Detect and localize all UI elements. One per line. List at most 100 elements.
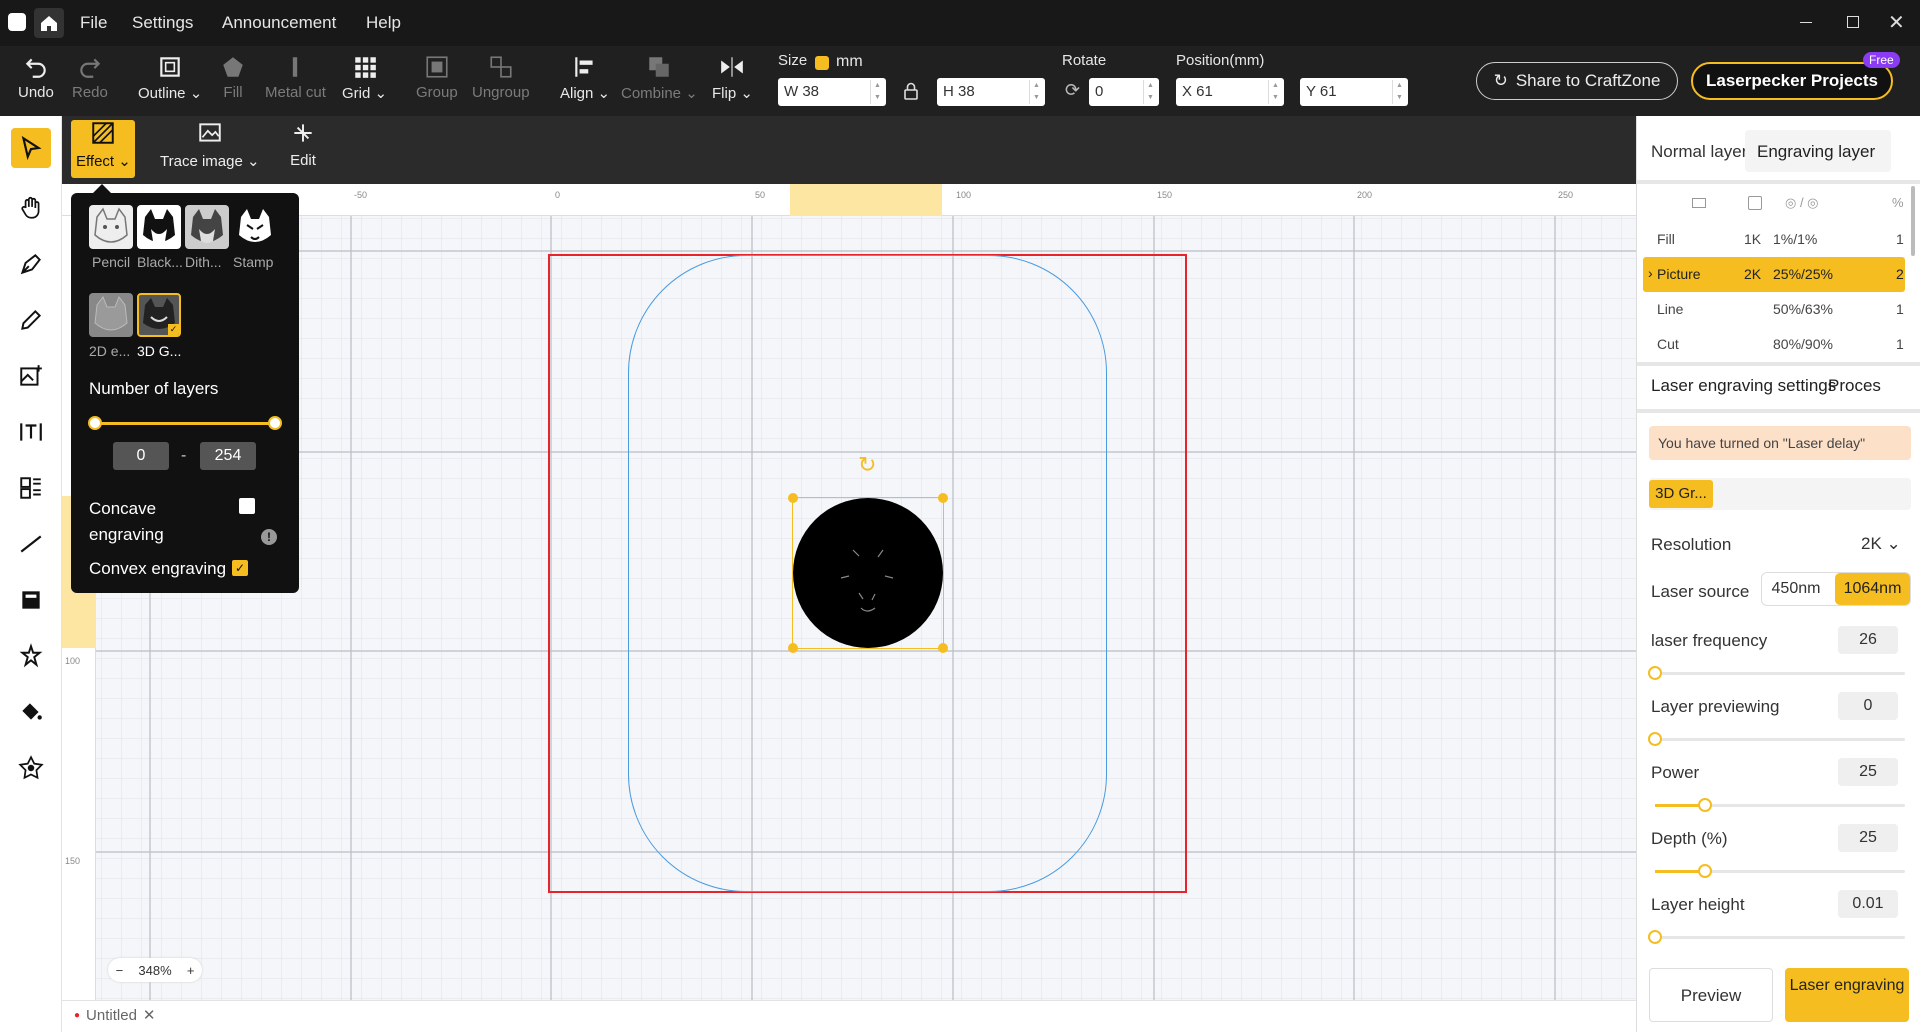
zoom-out-icon[interactable]: − <box>116 963 124 978</box>
resolution-select[interactable]: 2K ⌄ <box>1861 534 1901 554</box>
layer-previewing-input[interactable]: 0 <box>1838 692 1898 720</box>
file-tab[interactable]: ● Untitled ✕ <box>74 1006 156 1025</box>
layer-row-cut[interactable]: Cut 80%/90% 1 <box>1637 327 1920 362</box>
selection-box[interactable] <box>788 493 948 653</box>
resize-handle[interactable] <box>938 493 948 503</box>
redo-button[interactable]: Redo <box>72 54 108 101</box>
layers-range-slider[interactable] <box>88 416 282 430</box>
fill-button[interactable]: Fill <box>220 54 246 101</box>
style-3d-grayscale-thumb[interactable]: ✓ <box>137 293 181 337</box>
pan-tool[interactable] <box>11 188 51 228</box>
undo-button[interactable]: Undo <box>18 54 54 101</box>
range-min-input[interactable]: 0 <box>113 442 169 470</box>
close-icon[interactable]: ✕ <box>1888 10 1905 35</box>
height-input[interactable]: H 38 ▲ ▼ <box>937 78 1045 106</box>
resize-handle[interactable] <box>938 643 948 653</box>
group-button[interactable]: Group <box>416 54 458 101</box>
husky-pencil-image <box>94 207 128 243</box>
edit-image-button[interactable]: Edit <box>290 120 316 169</box>
style-2d-emboss-thumb[interactable] <box>89 293 133 337</box>
menu-settings[interactable]: Settings <box>132 13 193 33</box>
ungroup-button[interactable]: Ungroup <box>472 54 530 101</box>
laser-frequency-input[interactable]: 26 <box>1838 626 1898 654</box>
convex-engraving-checkbox[interactable]: ✓ <box>232 560 248 576</box>
effect-button[interactable]: Effect ⌄ <box>76 120 131 170</box>
pen-tool[interactable] <box>11 244 51 284</box>
depth-slider[interactable] <box>1655 864 1905 878</box>
trace-image-button[interactable]: Trace image ⌄ <box>160 120 260 170</box>
tab-laser-engraving-settings[interactable]: Laser engraving settings <box>1651 376 1836 396</box>
fill-bucket-tool[interactable] <box>11 692 51 732</box>
flip-button[interactable]: Flip ⌄ <box>712 54 753 102</box>
layer-previewing-knob[interactable] <box>1648 732 1662 746</box>
rotate-input[interactable]: 0 ▲ ▼ <box>1089 78 1159 106</box>
layer-row-fill[interactable]: Fill 1K 1%/1% 1 <box>1637 222 1920 257</box>
align-button[interactable]: Align ⌄ <box>560 54 610 102</box>
concave-engraving-checkbox[interactable] <box>239 498 255 514</box>
pencil-tool[interactable] <box>11 300 51 340</box>
minimize-icon[interactable] <box>1800 22 1812 23</box>
width-input[interactable]: W 38 ▲ ▼ <box>778 78 886 106</box>
magic-tool[interactable] <box>11 636 51 676</box>
power-slider[interactable] <box>1655 798 1905 812</box>
expand-chevron-icon[interactable]: › <box>1648 265 1653 281</box>
source-1064nm-option[interactable]: 1064nm <box>1835 573 1910 605</box>
home-icon[interactable] <box>34 8 64 38</box>
laserpecker-projects-button[interactable]: Laserpecker Projects <box>1691 62 1893 100</box>
menu-announcement[interactable]: Announcement <box>222 13 336 33</box>
range-min-knob[interactable] <box>88 416 102 430</box>
zoom-in-icon[interactable]: + <box>187 963 195 978</box>
shape-library-tool[interactable] <box>11 580 51 620</box>
share-craftzone-button[interactable]: ↻ Share to CraftZone <box>1476 62 1678 100</box>
line-tool[interactable] <box>11 524 51 564</box>
combine-button[interactable]: Combine ⌄ <box>621 54 698 102</box>
lock-icon[interactable] <box>903 82 919 100</box>
outline-button[interactable]: Outline ⌄ <box>138 54 202 102</box>
depth-input[interactable]: 25 <box>1838 824 1898 852</box>
position-x-input[interactable]: X 61 ▲ ▼ <box>1176 78 1284 106</box>
resize-handle[interactable] <box>788 493 798 503</box>
preview-button[interactable]: Preview <box>1649 968 1773 1022</box>
tab-process[interactable]: Proces <box>1828 376 1881 396</box>
resize-handle[interactable] <box>788 643 798 653</box>
layer-row-line[interactable]: Line 50%/63% 1 <box>1637 292 1920 327</box>
text-tool[interactable] <box>11 412 51 452</box>
power-knob[interactable] <box>1698 798 1712 812</box>
style-dither-thumb[interactable] <box>185 205 229 249</box>
layer-height-input[interactable]: 0.01 <box>1838 890 1898 918</box>
engraving-image[interactable] <box>793 498 943 648</box>
range-max-input[interactable]: 254 <box>200 442 256 470</box>
grid-button[interactable]: Grid ⌄ <box>342 54 387 102</box>
metal-cut-button[interactable]: Metal cut <box>265 54 326 101</box>
mode-chip[interactable]: 3D Gr... <box>1649 480 1713 508</box>
rotate-handle-icon[interactable]: ↻ <box>858 452 876 478</box>
depth-knob[interactable] <box>1698 864 1712 878</box>
layer-height-slider[interactable] <box>1648 930 1905 944</box>
position-y-input[interactable]: Y 61 ▲ ▼ <box>1300 78 1408 106</box>
tab-normal-layer[interactable]: Normal layer <box>1651 142 1747 162</box>
laser-frequency-slider[interactable] <box>1648 666 1905 680</box>
layer-height-knob[interactable] <box>1648 930 1662 944</box>
range-max-knob[interactable] <box>268 416 282 430</box>
menu-help[interactable]: Help <box>366 13 401 33</box>
menu-file[interactable]: File <box>80 13 107 33</box>
close-tab-icon[interactable]: ✕ <box>143 1006 156 1024</box>
layer-previewing-slider[interactable] <box>1648 732 1905 746</box>
barcode-tool[interactable] <box>11 468 51 508</box>
select-tool[interactable] <box>11 128 51 168</box>
layer-list-scrollbar[interactable] <box>1911 186 1915 256</box>
source-450nm-option[interactable]: 450nm <box>1761 572 1831 606</box>
badge-tool[interactable] <box>11 748 51 788</box>
tab-engraving-layer[interactable]: Engraving layer <box>1757 142 1875 162</box>
style-stamp-thumb[interactable] <box>233 205 277 249</box>
unit-toggle[interactable] <box>815 56 829 70</box>
laser-frequency-knob[interactable] <box>1648 666 1662 680</box>
style-black-white-thumb[interactable] <box>137 205 181 249</box>
info-icon[interactable]: ! <box>261 529 277 545</box>
style-pencil-thumb[interactable] <box>89 205 133 249</box>
power-input[interactable]: 25 <box>1838 758 1898 786</box>
restore-icon[interactable] <box>1847 16 1859 28</box>
layer-row-picture[interactable]: › Picture 2K 25%/25% 2 <box>1643 257 1905 292</box>
add-image-tool[interactable] <box>11 356 51 396</box>
laser-engraving-button[interactable]: Laser engraving <box>1785 968 1909 1022</box>
